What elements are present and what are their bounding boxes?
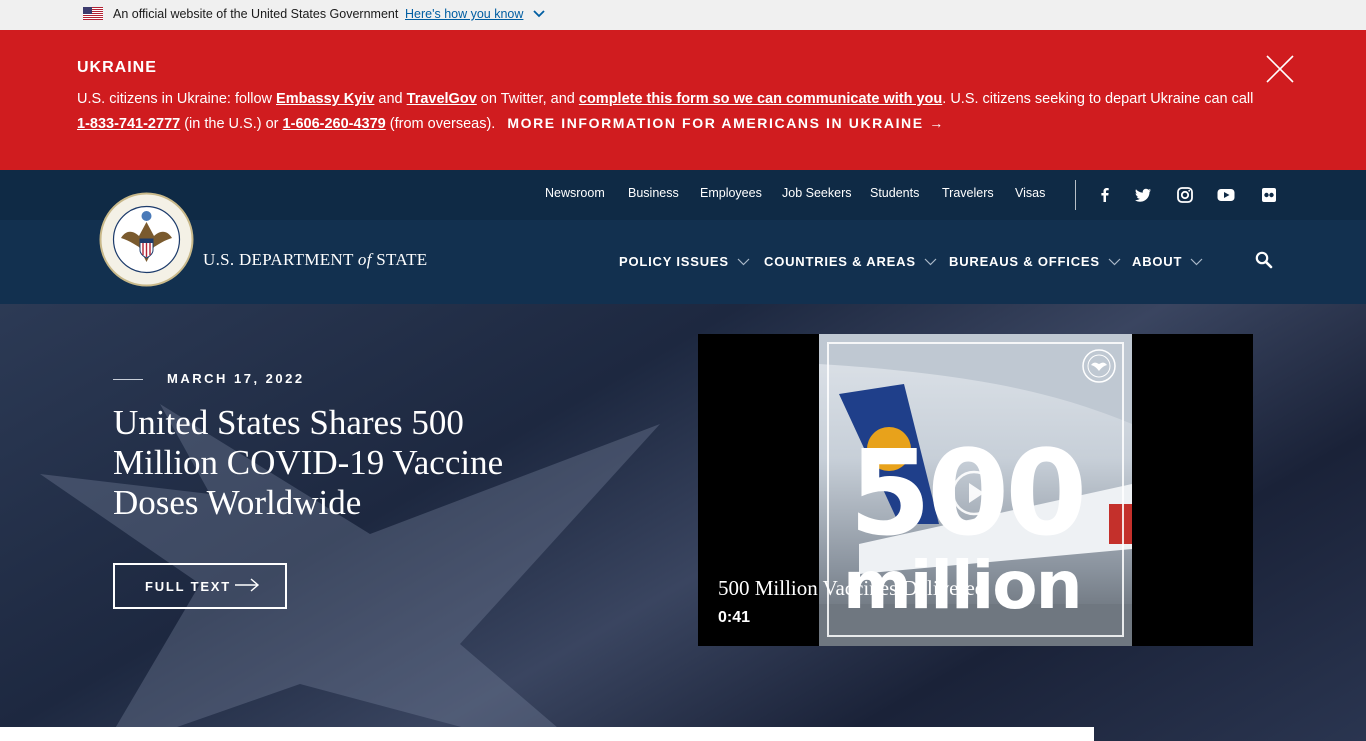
play-icon[interactable] bbox=[950, 469, 998, 517]
content-panel-edge bbox=[0, 727, 1094, 741]
more-info-ukraine-link[interactable]: MORE INFORMATION FOR AMERICANS IN UKRAIN… bbox=[507, 115, 944, 131]
date-divider bbox=[113, 379, 143, 380]
communication-form-link[interactable]: complete this form so we can communicate… bbox=[579, 91, 942, 107]
phone-overseas-link[interactable]: 1-606-260-4379 bbox=[283, 116, 386, 132]
nav-label: BUREAUS & OFFICES bbox=[949, 254, 1100, 269]
nav-travelers[interactable]: Travelers bbox=[942, 186, 994, 200]
phone-us-link[interactable]: 1-833-741-2777 bbox=[77, 116, 180, 132]
instagram-icon[interactable] bbox=[1175, 185, 1195, 205]
nav-label: POLICY ISSUES bbox=[619, 254, 729, 269]
alert-text: . U.S. citizens seeking to depart Ukrain… bbox=[942, 91, 1254, 107]
department-of-state-seal[interactable] bbox=[99, 192, 194, 287]
ukraine-alert: UKRAINE U.S. citizens in Ukraine: follow… bbox=[0, 30, 1366, 170]
utility-nav: Newsroom Business Employees Job Seekers … bbox=[0, 170, 1366, 220]
arrow-right-icon bbox=[235, 578, 260, 592]
embassy-kyiv-link[interactable]: Embassy Kyiv bbox=[276, 91, 374, 107]
how-you-know-link[interactable]: Here's how you know bbox=[405, 7, 523, 21]
agency-name[interactable]: U.S. DEPARTMENT of STATE bbox=[203, 250, 427, 270]
agency-name-of: of bbox=[357, 250, 372, 269]
chevron-down-icon[interactable] bbox=[533, 9, 545, 19]
official-text: An official website of the United States… bbox=[113, 7, 399, 21]
search-icon[interactable] bbox=[1254, 250, 1274, 270]
chevron-down-icon bbox=[924, 258, 937, 266]
alert-text: (from overseas). bbox=[385, 116, 496, 132]
site-header: Newsroom Business Employees Job Seekers … bbox=[0, 170, 1366, 304]
nav-countries-areas[interactable]: COUNTRIES & AREAS bbox=[764, 254, 937, 269]
travelgov-link[interactable]: TravelGov bbox=[407, 91, 477, 107]
nav-business[interactable]: Business bbox=[628, 186, 679, 200]
alert-text: and bbox=[374, 91, 407, 107]
agency-name-part: STATE bbox=[371, 250, 428, 269]
nav-about[interactable]: ABOUT bbox=[1132, 254, 1203, 269]
nav-policy-issues[interactable]: POLICY ISSUES bbox=[619, 254, 750, 269]
alert-body: U.S. citizens in Ukraine: follow Embassy… bbox=[77, 87, 1257, 136]
alert-text: on Twitter, and bbox=[476, 91, 579, 107]
hero-date: MARCH 17, 2022 bbox=[167, 371, 305, 386]
nav-label: COUNTRIES & AREAS bbox=[764, 254, 916, 269]
chevron-down-icon bbox=[737, 258, 750, 266]
chevron-down-icon bbox=[1190, 258, 1203, 266]
divider bbox=[1075, 180, 1076, 210]
us-flag-icon bbox=[83, 7, 103, 20]
flickr-icon[interactable] bbox=[1259, 185, 1279, 205]
alert-text: (in the U.S.) or bbox=[180, 116, 283, 132]
alert-title: UKRAINE bbox=[77, 59, 157, 76]
agency-name-part: U.S. DEPARTMENT bbox=[203, 250, 358, 269]
nav-job-seekers[interactable]: Job Seekers bbox=[782, 186, 851, 200]
hero-section: MARCH 17, 2022 United States Shares 500 … bbox=[0, 304, 1366, 741]
alert-text: U.S. citizens in Ukraine: follow bbox=[77, 91, 277, 107]
nav-newsroom[interactable]: Newsroom bbox=[545, 186, 605, 200]
close-icon[interactable] bbox=[1265, 54, 1295, 84]
full-text-label: FULL TEXT bbox=[145, 579, 232, 594]
nav-bureaus-offices[interactable]: BUREAUS & OFFICES bbox=[949, 254, 1121, 269]
nav-visas[interactable]: Visas bbox=[1015, 186, 1045, 200]
official-gov-banner: An official website of the United States… bbox=[0, 0, 1366, 30]
nav-students[interactable]: Students bbox=[870, 186, 919, 200]
hero-headline[interactable]: United States Shares 500 Million COVID-1… bbox=[113, 403, 573, 523]
nav-label: ABOUT bbox=[1132, 254, 1183, 269]
facebook-icon[interactable] bbox=[1095, 185, 1115, 205]
nav-employees[interactable]: Employees bbox=[700, 186, 762, 200]
youtube-icon[interactable] bbox=[1216, 185, 1236, 205]
seal-watermark-icon bbox=[1082, 349, 1116, 383]
chevron-down-icon bbox=[1108, 258, 1121, 266]
video-title: 500 Million Vaccines Delivered bbox=[718, 576, 986, 600]
twitter-icon[interactable] bbox=[1133, 185, 1153, 205]
full-text-button[interactable]: FULL TEXT bbox=[113, 563, 287, 609]
video-player[interactable]: 500 million 500 Million Vaccines Deliver… bbox=[698, 334, 1253, 646]
video-duration: 0:41 bbox=[718, 609, 751, 626]
